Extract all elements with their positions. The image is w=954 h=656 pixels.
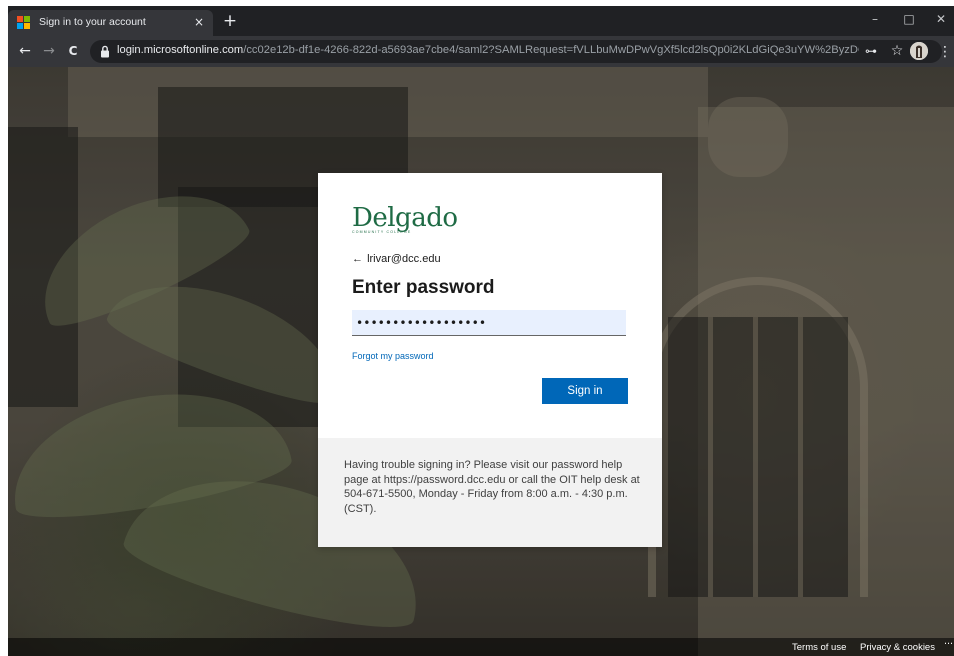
tab-close-icon[interactable]: × <box>192 14 206 30</box>
page-title: Enter password <box>352 277 495 298</box>
back-button[interactable]: ← <box>16 42 34 60</box>
tab-sign-in[interactable]: Sign in to your account × <box>8 10 213 36</box>
reload-button[interactable]: C <box>64 42 82 60</box>
tab-strip: Sign in to your account × + – □ ✕ <box>8 6 954 36</box>
maximize-button[interactable]: □ <box>898 9 920 29</box>
key-icon[interactable]: ⊶ <box>862 44 880 60</box>
close-window-button[interactable]: ✕ <box>930 9 952 29</box>
browser-toolbar: ← → C login.microsoftonline.com/cc02e12b… <box>8 36 954 67</box>
more-options-icon[interactable]: ··· <box>944 639 953 650</box>
address-bar[interactable]: login.microsoftonline.com/cc02e12b-df1e-… <box>90 40 942 63</box>
microsoft-logo-icon <box>17 16 31 30</box>
forgot-password-link[interactable]: Forgot my password <box>352 351 434 361</box>
url-text: login.microsoftonline.com/cc02e12b-df1e-… <box>117 44 859 56</box>
new-tab-button[interactable]: + <box>221 11 239 31</box>
sign-in-button[interactable]: Sign in <box>542 378 628 404</box>
help-text: Having trouble signing in? Please visit … <box>344 459 640 515</box>
privacy-cookies-link[interactable]: Privacy & cookies <box>860 642 935 653</box>
help-box: Having trouble signing in? Please visit … <box>318 438 662 547</box>
url-path: /cc02e12b-df1e-4266-822d-a5693ae7cbe4/sa… <box>243 44 859 56</box>
page-viewport: Delgado COMMUNITY COLLEGE ← lrivar@dcc.e… <box>8 67 954 656</box>
url-host: login.microsoftonline.com <box>117 44 244 56</box>
tab-title: Sign in to your account <box>39 16 146 28</box>
minimize-button[interactable]: – <box>864 9 886 29</box>
forward-button[interactable]: → <box>40 42 58 60</box>
terms-of-use-link[interactable]: Terms of use <box>792 642 846 653</box>
profile-avatar[interactable] <box>910 42 928 60</box>
delgado-logo: Delgado COMMUNITY COLLEGE <box>352 203 458 237</box>
browser-window: Sign in to your account × + – □ ✕ ← → C … <box>8 6 954 656</box>
signin-card: Delgado COMMUNITY COLLEGE ← lrivar@dcc.e… <box>318 173 662 547</box>
lock-icon <box>101 45 109 58</box>
logo-subtext: COMMUNITY COLLEGE <box>352 230 412 234</box>
page-footer: Terms of use Privacy & cookies ··· <box>8 638 954 656</box>
browser-menu-icon[interactable]: ⋮ <box>938 43 952 61</box>
logo-text: Delgado <box>352 203 458 233</box>
bookmark-star-icon[interactable]: ☆ <box>888 42 906 60</box>
password-field[interactable] <box>352 310 626 336</box>
profile-icon <box>910 42 928 60</box>
account-email: lrivar@dcc.edu <box>367 253 441 265</box>
account-back-row[interactable]: ← lrivar@dcc.edu <box>352 253 441 267</box>
back-arrow-icon[interactable]: ← <box>352 253 364 265</box>
